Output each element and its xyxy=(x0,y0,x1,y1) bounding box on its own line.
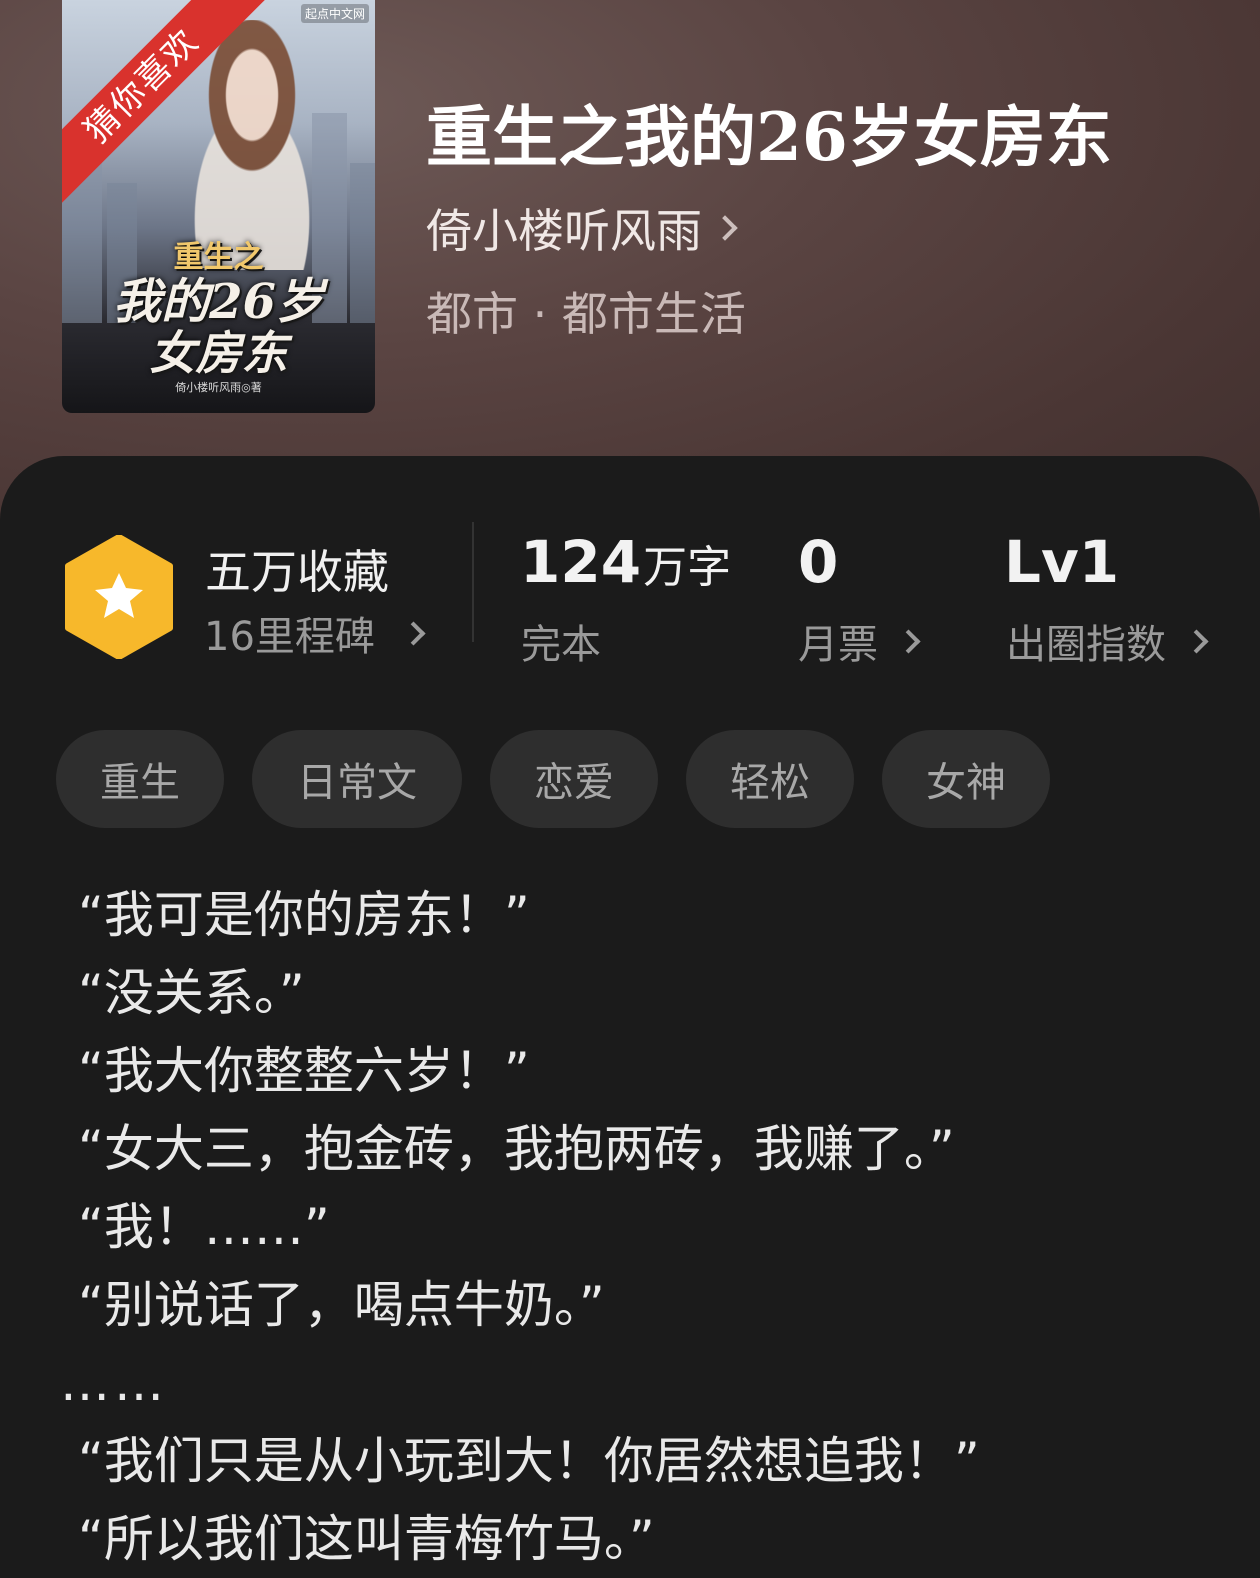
cover-title: 重生之 我的26岁 女房东 xyxy=(62,232,375,378)
chevron-right-icon xyxy=(401,620,426,646)
word-count: 124万字 xyxy=(520,528,731,596)
book-genre: 都市 · 都市生活 xyxy=(426,287,746,341)
stats-divider xyxy=(472,522,474,642)
synopsis-line: “女大三，抱金砖，我抱两砖，我赚了。” xyxy=(78,1120,955,1178)
synopsis-line: …… xyxy=(60,1354,168,1412)
cover-author-credit: 倚小楼听风雨◎著 xyxy=(175,381,262,394)
monthly-ticket-count: 0 xyxy=(798,528,839,596)
milestone-link[interactable]: 16里程碑 xyxy=(204,604,426,662)
cover-title-line: 重生之 xyxy=(173,240,264,275)
influence-level: Lv1 xyxy=(1004,528,1120,596)
publisher-logo: 起点中文网 xyxy=(300,4,369,23)
tag-list: 重生 日常文 恋爱 轻松 女神 xyxy=(56,730,1050,828)
milestone-label: 16里程碑 xyxy=(204,614,375,660)
chevron-right-icon xyxy=(896,628,921,654)
monthly-ticket-link[interactable]: 月票 xyxy=(798,612,921,670)
word-count-value: 124 xyxy=(520,528,642,596)
tag-goddess[interactable]: 女神 xyxy=(882,730,1050,828)
favorites-count: 五万收藏 xyxy=(205,545,389,599)
book-synopsis[interactable]: “我可是你的房东！” “没关系。” “我大你整整六岁！” “女大三，抱金砖，我抱… xyxy=(60,876,1238,1578)
book-cover[interactable]: 猜你喜欢 起点中文网 重生之 我的26岁 女房东 倚小楼听风雨◎著 xyxy=(62,0,375,413)
synopsis-line: “别说话了，喝点牛奶。” xyxy=(78,1276,605,1334)
author-name: 倚小楼听风雨 xyxy=(426,204,702,258)
synopsis-line: “我！……” xyxy=(78,1198,330,1256)
synopsis-line: “我们只是从小玩到大！你居然想追我！” xyxy=(78,1432,980,1490)
tag-daily-life[interactable]: 日常文 xyxy=(252,730,462,828)
monthly-ticket-label: 月票 xyxy=(798,622,878,668)
cover-title-line: 我的26岁 xyxy=(113,274,324,330)
chevron-right-icon xyxy=(1184,628,1209,654)
influence-index-link[interactable]: 出圈指数 xyxy=(1006,612,1209,670)
cover-title-line: 女房东 xyxy=(149,326,288,380)
tag-lighthearted[interactable]: 轻松 xyxy=(686,730,854,828)
influence-index-label: 出圈指数 xyxy=(1006,622,1166,668)
synopsis-line: “我大你整整六岁！” xyxy=(78,1042,530,1100)
tag-rebirth[interactable]: 重生 xyxy=(56,730,224,828)
completion-status: 完本 xyxy=(521,612,601,670)
synopsis-line: “我可是你的房东！” xyxy=(78,886,530,944)
tag-romance[interactable]: 恋爱 xyxy=(490,730,658,828)
chevron-right-icon xyxy=(712,215,738,241)
star-hexagon-icon xyxy=(65,535,173,659)
completion-status-label: 完本 xyxy=(521,622,601,668)
synopsis-line: “所以我们这叫青梅竹马。” xyxy=(78,1510,655,1568)
word-count-unit: 万字 xyxy=(643,542,732,593)
book-title: 重生之我的26岁女房东 xyxy=(426,98,1112,176)
author-link[interactable]: 倚小楼听风雨 xyxy=(426,195,738,261)
synopsis-line: “没关系。” xyxy=(78,964,305,1022)
